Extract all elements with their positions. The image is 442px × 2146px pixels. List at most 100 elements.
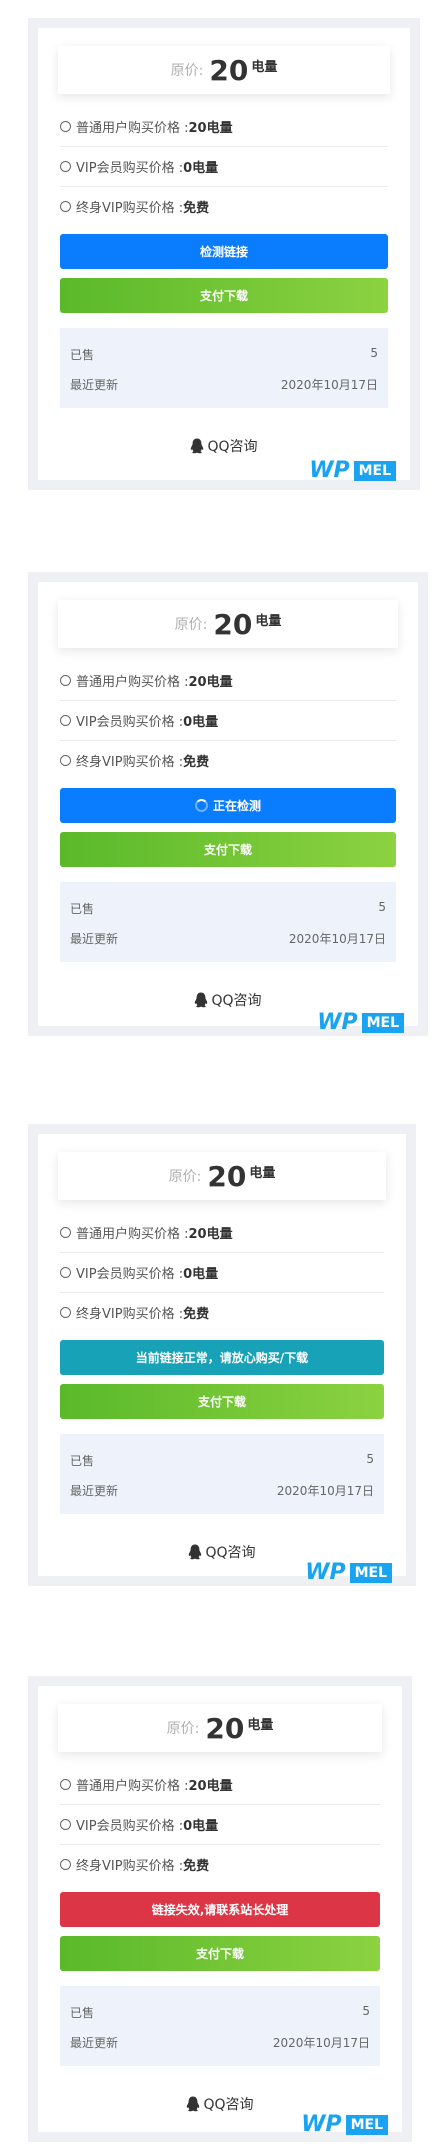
sold-label: 已售 [70, 2006, 95, 2020]
price-box: 原价: 20 电量 [58, 46, 390, 94]
qq-penguin-icon [189, 1544, 202, 1560]
purchase-panel-3: 原价: 20 电量 普通用户购买价格 : 20电量 VIP会员购买价格 : 0电… [28, 1124, 416, 1586]
option-label: VIP会员购买价格 : [76, 1266, 184, 1282]
link-status-label: 链接失效,请联系站长处理 [151, 1903, 289, 1917]
sold-row: 已售 5 [70, 900, 386, 917]
updated-row: 最近更新 2020年10月17日 [70, 376, 378, 393]
option-label: 普通用户购买价格 : [76, 674, 189, 690]
pay-download-label: 支付下载 [199, 289, 248, 303]
updated-value: 2020年10月17日 [288, 932, 386, 946]
pay-download-button[interactable]: 支付下载 [60, 1936, 380, 1971]
circle-icon [60, 120, 71, 132]
circle-icon [60, 754, 71, 766]
circle-icon [60, 1226, 71, 1238]
check-link-button[interactable]: 检测链接 [60, 234, 388, 269]
qq-consult-link[interactable]: QQ咨询 [38, 436, 410, 456]
qq-consult-label: QQ咨询 [205, 1545, 256, 1561]
option-value: 免费 [183, 1306, 210, 1322]
option-value: 0电量 [183, 160, 219, 176]
check-link-label: 检测链接 [199, 245, 248, 259]
info-box: 已售 5 最近更新 2020年10月17日 [60, 328, 388, 408]
option-label: 普通用户购买价格 : [76, 1778, 189, 1794]
price-value: 20 [207, 1159, 247, 1193]
link-ok-status-button[interactable]: 当前链接正常，请放心购买/下载 [60, 1340, 384, 1375]
price-label: 原价: [166, 1721, 200, 1737]
price-value: 20 [213, 607, 253, 641]
updated-row: 最近更新 2020年10月17日 [70, 2034, 370, 2051]
loading-spinner-icon [194, 799, 208, 812]
pay-download-button[interactable]: 支付下载 [60, 832, 396, 867]
pay-download-button[interactable]: 支付下载 [60, 278, 388, 313]
updated-value: 2020年10月17日 [272, 2036, 370, 2050]
price-value: 20 [205, 1711, 245, 1745]
option-value: 免费 [183, 1858, 210, 1874]
sold-row: 已售 5 [70, 1452, 374, 1469]
qq-consult-label: QQ咨询 [207, 439, 258, 455]
pay-download-label: 支付下载 [195, 1947, 244, 1961]
wpmel-logo: WP MEL [317, 1010, 404, 1035]
updated-label: 最近更新 [70, 932, 119, 946]
qq-consult-link[interactable]: QQ咨询 [38, 1542, 406, 1562]
price-option-lifetime-vip: 终身VIP购买价格 : 免费 [60, 740, 396, 780]
pay-download-button[interactable]: 支付下载 [60, 1384, 384, 1419]
purchase-panel-2: 原价: 20 电量 普通用户购买价格 : 20电量 VIP会员购买价格 : 0电… [28, 572, 428, 1036]
price-box: 原价: 20 电量 [58, 600, 398, 648]
circle-icon [60, 1266, 71, 1278]
price-option-vip: VIP会员购买价格 : 0电量 [60, 1804, 380, 1845]
qq-consult-label: QQ咨询 [203, 2097, 254, 2113]
purchase-panel-1: 原价: 20 电量 普通用户购买价格 : 20电量 VIP会员购买价格 : 0电… [28, 18, 420, 490]
wpmel-logo: WP MEL [309, 458, 396, 483]
check-link-button[interactable]: 正在检测 [60, 788, 396, 823]
qq-penguin-icon [191, 438, 204, 454]
price-option-normal: 普通用户购买价格 : 20电量 [60, 1212, 384, 1253]
price-unit: 电量 [249, 1166, 276, 1181]
qq-consult-link[interactable]: QQ咨询 [38, 990, 418, 1010]
link-invalid-status-button[interactable]: 链接失效,请联系站长处理 [60, 1892, 380, 1927]
purchase-card: 原价: 20 电量 普通用户购买价格 : 20电量 VIP会员购买价格 : 0电… [38, 1686, 402, 2137]
price-unit: 电量 [251, 60, 278, 75]
option-label: VIP会员购买价格 : [76, 1818, 184, 1834]
price-label: 原价: [168, 1169, 202, 1185]
pay-download-label: 支付下载 [197, 1395, 246, 1409]
qq-consult-label: QQ咨询 [211, 993, 262, 1009]
sold-value: 5 [366, 1452, 374, 1466]
option-value: 免费 [183, 754, 210, 770]
purchase-card: 原价: 20 电量 普通用户购买价格 : 20电量 VIP会员购买价格 : 0电… [38, 1134, 406, 1585]
price-option-vip: VIP会员购买价格 : 0电量 [60, 146, 388, 187]
option-label: 终身VIP购买价格 : [76, 200, 184, 216]
option-value: 20电量 [188, 674, 233, 690]
option-label: 终身VIP购买价格 : [76, 754, 184, 770]
price-option-normal: 普通用户购买价格 : 20电量 [60, 106, 388, 147]
updated-row: 最近更新 2020年10月17日 [70, 1482, 374, 1499]
info-box: 已售 5 最近更新 2020年10月17日 [60, 1986, 380, 2066]
pay-download-label: 支付下载 [203, 843, 252, 857]
wpmel-logo: WP MEL [301, 2112, 388, 2137]
price-option-vip: VIP会员购买价格 : 0电量 [60, 1252, 384, 1293]
option-label: 普通用户购买价格 : [76, 120, 189, 136]
price-option-normal: 普通用户购买价格 : 20电量 [60, 1764, 380, 1805]
sold-label: 已售 [70, 348, 95, 362]
sold-value: 5 [362, 2004, 370, 2018]
updated-label: 最近更新 [70, 378, 119, 392]
circle-icon [60, 1778, 71, 1790]
qq-penguin-icon [187, 2096, 200, 2112]
updated-label: 最近更新 [70, 1484, 119, 1498]
sold-label: 已售 [70, 902, 95, 916]
price-box: 原价: 20 电量 [58, 1152, 386, 1200]
sold-row: 已售 5 [70, 346, 378, 363]
price-box: 原价: 20 电量 [58, 1704, 382, 1752]
qq-penguin-icon [195, 992, 208, 1008]
qq-consult-link[interactable]: QQ咨询 [38, 2094, 402, 2114]
purchase-card: 原价: 20 电量 普通用户购买价格 : 20电量 VIP会员购买价格 : 0电… [38, 582, 418, 1035]
option-label: 终身VIP购买价格 : [76, 1306, 184, 1322]
circle-icon [60, 160, 71, 172]
updated-row: 最近更新 2020年10月17日 [70, 930, 386, 947]
option-value: 20电量 [188, 1778, 233, 1794]
updated-label: 最近更新 [70, 2036, 119, 2050]
sold-row: 已售 5 [70, 2004, 370, 2021]
price-unit: 电量 [247, 1718, 274, 1733]
check-link-label: 正在检测 [212, 799, 261, 813]
circle-icon [60, 1818, 71, 1830]
purchase-card: 原价: 20 电量 普通用户购买价格 : 20电量 VIP会员购买价格 : 0电… [38, 28, 410, 483]
option-label: VIP会员购买价格 : [76, 714, 184, 730]
